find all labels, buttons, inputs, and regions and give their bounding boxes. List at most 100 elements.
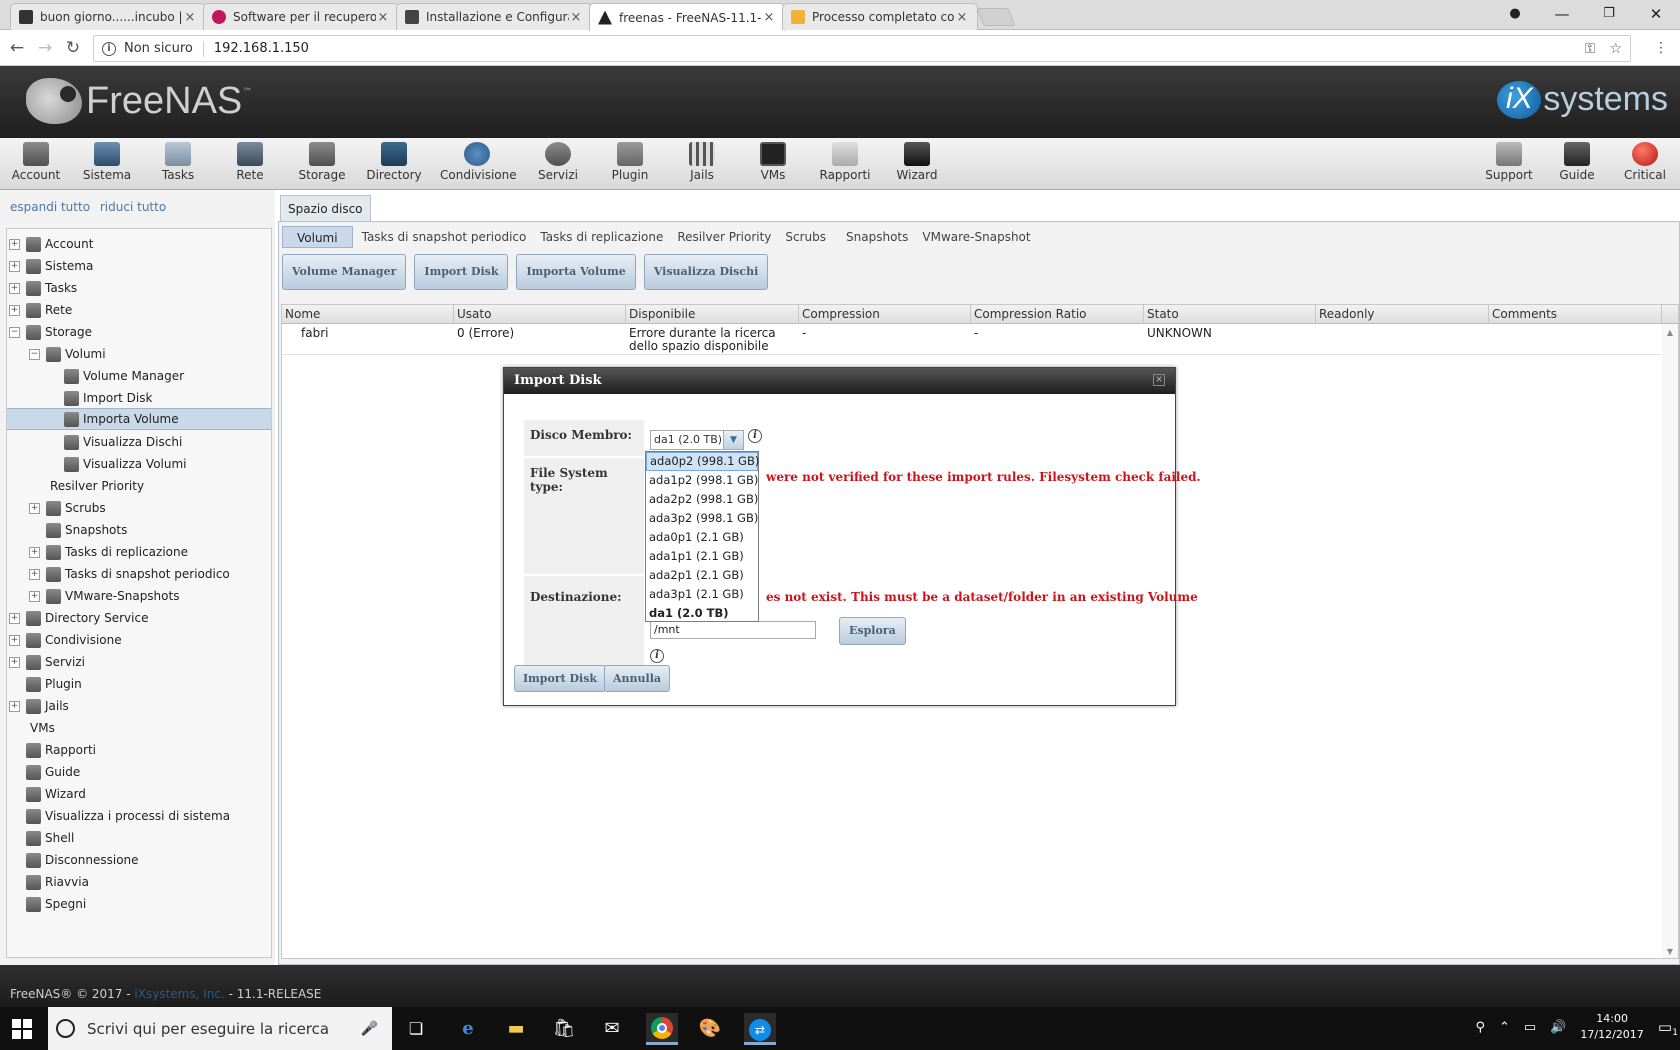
edge-icon[interactable]: e xyxy=(452,1013,484,1045)
dropdown-option[interactable]: ada0p1 (2.1 GB) xyxy=(646,528,758,547)
expand-toggle-icon[interactable]: + xyxy=(9,282,20,294)
dropdown-option[interactable]: ada2p1 (2.1 GB) xyxy=(646,566,758,585)
dropdown-option-selected[interactable]: da1 (2.0 TB) xyxy=(646,604,758,623)
toolbar-vms[interactable]: VMs xyxy=(737,142,809,182)
network-tray-icon[interactable]: ▭ xyxy=(1524,1020,1536,1035)
importa-volume-button[interactable]: Importa Volume xyxy=(516,254,636,290)
tree-item-jails[interactable]: + Jails xyxy=(7,695,271,717)
expand-toggle-icon[interactable]: − xyxy=(9,326,20,338)
browser-menu-icon[interactable]: ⋮ xyxy=(1654,40,1668,56)
expand-toggle-icon[interactable]: + xyxy=(29,568,40,580)
dropdown-option[interactable]: ada2p2 (998.1 GB) xyxy=(646,490,758,509)
toolbar-critical[interactable]: Critical xyxy=(1609,142,1680,182)
expand-toggle-icon[interactable]: + xyxy=(9,656,20,668)
expand-toggle-icon[interactable]: + xyxy=(9,260,20,272)
tree-item-volume-manager[interactable]: Volume Manager xyxy=(7,365,271,387)
reload-icon[interactable]: ↻ xyxy=(62,37,84,59)
expand-toggle-icon[interactable]: + xyxy=(9,238,20,250)
toolbar-rete[interactable]: Rete xyxy=(214,142,286,182)
tree-item-directory-service[interactable]: + Directory Service xyxy=(7,607,271,629)
grid-scrollbar[interactable]: ▲ ▼ xyxy=(1662,324,1678,958)
column-header-readonly[interactable]: Readonly xyxy=(1316,305,1489,324)
column-header-stato[interactable]: Stato xyxy=(1144,305,1316,324)
tree-item-visualizza-dischi[interactable]: Visualizza Dischi xyxy=(7,431,271,453)
toolbar-rapporti[interactable]: Rapporti xyxy=(809,142,881,182)
tab-close-icon[interactable]: × xyxy=(376,10,390,25)
tree-item-riavvia[interactable]: Riavvia xyxy=(7,871,271,893)
tree-item-importa-volume[interactable]: Importa Volume xyxy=(7,408,271,430)
help-info-icon[interactable]: i xyxy=(748,429,762,443)
profile-icon[interactable]: ● xyxy=(1493,3,1537,27)
column-header-comments[interactable]: Comments xyxy=(1489,305,1662,324)
tree-item-shell[interactable]: Shell xyxy=(7,827,271,849)
tree-item-spegni[interactable]: Spegni xyxy=(7,893,271,915)
tree-item-vmware-snapshots[interactable]: + VMware-Snapshots xyxy=(7,585,271,607)
toolbar-plugin[interactable]: Plugin xyxy=(594,142,666,182)
subtab-snapshot-tasks[interactable]: Tasks di snapshot periodico xyxy=(357,226,532,248)
dropdown-option[interactable]: ada1p1 (2.1 GB) xyxy=(646,547,758,566)
subtab-vmware-snapshot[interactable]: VMware-Snapshot xyxy=(917,226,1035,248)
tree-item-guide[interactable]: Guide xyxy=(7,761,271,783)
scroll-down-icon[interactable]: ▼ xyxy=(1662,947,1678,956)
subtab-scrubs[interactable]: Scrubs xyxy=(780,226,831,248)
toolbar-jails[interactable]: Jails xyxy=(666,142,738,182)
browser-tab-3[interactable]: Installazione e Configura × xyxy=(396,3,592,30)
restore-button[interactable]: ❐ xyxy=(1587,3,1631,27)
back-icon[interactable]: ← xyxy=(6,37,28,59)
teamviewer-icon[interactable]: ⇄ xyxy=(744,1013,776,1045)
tree-item-import-disk[interactable]: Import Disk xyxy=(7,387,271,409)
disco-membro-select[interactable]: da1 (2.0 TB) ▼ xyxy=(650,430,744,450)
minimize-button[interactable]: — xyxy=(1540,3,1584,27)
expand-toggle-icon[interactable]: − xyxy=(29,348,40,360)
file-explorer-icon[interactable]: ▬ xyxy=(500,1013,532,1045)
tree-item-visualizza-i-processi-di-sistema[interactable]: Visualizza i processi di sistema xyxy=(7,805,271,827)
new-tab-button[interactable] xyxy=(976,8,1016,26)
expand-toggle-icon[interactable]: + xyxy=(29,590,40,602)
toolbar-condivisione[interactable]: Condivisione xyxy=(440,142,517,182)
toolbar-storage[interactable]: Storage xyxy=(286,142,358,182)
tab-close-icon[interactable]: × xyxy=(569,10,583,25)
dropdown-option[interactable]: ada1p2 (998.1 GB) xyxy=(646,471,758,490)
esplora-button[interactable]: Esplora xyxy=(839,617,906,645)
column-header-disponibile[interactable]: Disponibile xyxy=(626,305,799,324)
tree-item-storage[interactable]: − Storage xyxy=(7,321,271,343)
tree-item-tasks-di-replicazione[interactable]: + Tasks di replicazione xyxy=(7,541,271,563)
tray-chevron-up-icon[interactable]: ⌃ xyxy=(1499,1020,1510,1035)
volume-manager-button[interactable]: Volume Manager xyxy=(282,254,407,290)
tree-item-volumi[interactable]: − Volumi xyxy=(7,343,271,365)
column-header-nome[interactable]: Nome xyxy=(282,305,454,324)
toolbar-tasks[interactable]: Tasks xyxy=(142,142,214,182)
windows-start-icon[interactable] xyxy=(12,1019,32,1039)
microphone-icon[interactable]: 🎤 xyxy=(361,1021,378,1037)
tree-item-account[interactable]: + Account xyxy=(7,233,271,255)
import-disk-button[interactable]: Import Disk xyxy=(414,254,509,290)
tab-close-icon[interactable]: × xyxy=(762,10,776,25)
expand-toggle-icon[interactable]: + xyxy=(9,612,20,624)
import-disk-submit-button[interactable]: Import Disk xyxy=(514,665,607,692)
subtab-replication[interactable]: Tasks di replicazione xyxy=(535,226,668,248)
toolbar-support[interactable]: Support xyxy=(1473,142,1545,182)
close-icon[interactable]: × xyxy=(1153,374,1165,386)
tree-item-sistema[interactable]: + Sistema xyxy=(7,255,271,277)
tree-item-plugin[interactable]: Plugin xyxy=(7,673,271,695)
expand-toggle-icon[interactable]: + xyxy=(9,304,20,316)
tree-item-visualizza-volumi[interactable]: Visualizza Volumi xyxy=(7,453,271,475)
tree-item-wizard[interactable]: Wizard xyxy=(7,783,271,805)
tree-item-snapshots[interactable]: Snapshots xyxy=(7,519,271,541)
expand-toggle-icon[interactable]: + xyxy=(9,700,20,712)
dropdown-option[interactable]: ada3p1 (2.1 GB) xyxy=(646,585,758,604)
tree-item-resilver-priority[interactable]: Resilver Priority xyxy=(7,475,271,497)
annulla-button[interactable]: Annulla xyxy=(604,665,671,692)
people-icon[interactable]: ⚲ xyxy=(1475,1020,1485,1035)
paint-icon[interactable]: 🎨 xyxy=(694,1013,726,1045)
tree-item-tasks[interactable]: + Tasks xyxy=(7,277,271,299)
subtab-snapshots[interactable]: Snapshots xyxy=(841,226,913,248)
volume-icon[interactable]: 🔊 xyxy=(1550,1020,1566,1035)
tree-item-scrubs[interactable]: + Scrubs xyxy=(7,497,271,519)
column-header-compression-ratio[interactable]: Compression Ratio xyxy=(971,305,1144,324)
browser-tab-5[interactable]: Processo completato co × xyxy=(782,3,978,30)
mail-icon[interactable]: ✉ xyxy=(596,1013,628,1045)
url-text[interactable]: 192.168.1.150 xyxy=(214,41,309,56)
tree-item-tasks-di-snapshot-periodico[interactable]: + Tasks di snapshot periodico xyxy=(7,563,271,585)
toolbar-account[interactable]: Account xyxy=(0,142,72,182)
